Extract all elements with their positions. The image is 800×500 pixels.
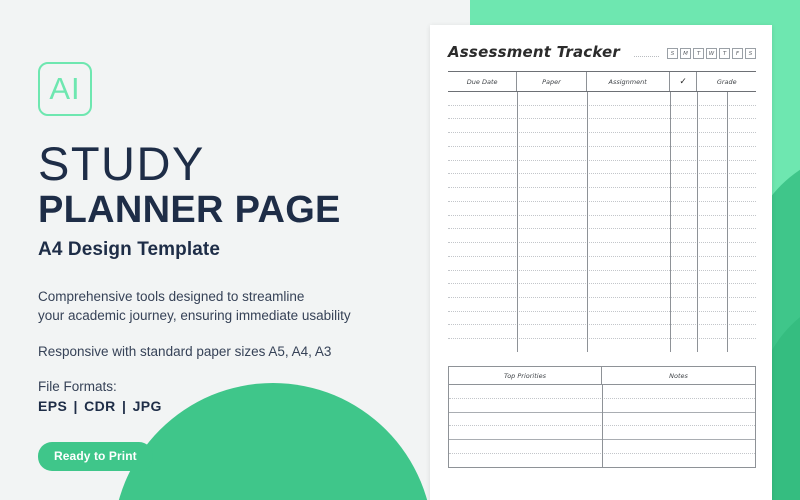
- priorities-notes-divider: [602, 385, 603, 467]
- page-subtitle: A4 Design Template: [38, 238, 220, 260]
- table-row[interactable]: [448, 188, 756, 202]
- info-column: AI STUDY PLANNER PAGE A4 Design Template…: [38, 62, 418, 472]
- planner-title: Assessment Tracker: [448, 43, 620, 61]
- day-box-5[interactable]: F: [732, 48, 743, 59]
- assessment-table-rows: [448, 92, 756, 352]
- day-box-4[interactable]: T: [719, 48, 730, 59]
- table-row[interactable]: [448, 216, 756, 230]
- planner-header: Assessment Tracker SMTWTFS: [448, 43, 756, 61]
- file-formats-label: File Formats:: [38, 379, 117, 395]
- table-row[interactable]: [448, 202, 756, 216]
- table-row[interactable]: [448, 174, 756, 189]
- table-row[interactable]: [448, 243, 756, 257]
- column-header-paper: Paper: [517, 72, 587, 91]
- table-row[interactable]: [448, 257, 756, 271]
- day-box-1[interactable]: M: [680, 48, 691, 59]
- description-line-1: Comprehensive tools designed to streamli…: [38, 288, 305, 304]
- page-title-secondary: PLANNER PAGE: [38, 189, 341, 231]
- file-formats-list: EPS | CDR | JPG: [38, 398, 418, 414]
- date-writein-line[interactable]: [633, 55, 659, 57]
- table-row[interactable]: [448, 92, 756, 106]
- priorities-notes-header: Top Priorities Notes: [449, 367, 755, 385]
- file-format-cdr: CDR: [84, 398, 116, 415]
- file-format-eps: EPS: [38, 398, 68, 415]
- column-header-assignment: Assignment: [587, 72, 670, 91]
- page-title-primary: STUDY: [38, 137, 205, 190]
- check-icon: ✓: [670, 72, 698, 91]
- ready-to-print-badge[interactable]: Ready to Print: [38, 442, 153, 472]
- priorities-notes-body[interactable]: [449, 385, 755, 467]
- file-format-separator-1: |: [73, 398, 78, 415]
- ai-format-badge: AI: [38, 62, 92, 116]
- day-box-0[interactable]: S: [667, 48, 678, 59]
- day-box-2[interactable]: T: [693, 48, 704, 59]
- table-row[interactable]: [448, 325, 756, 340]
- table-row[interactable]: [448, 119, 756, 134]
- table-row[interactable]: [448, 298, 756, 312]
- column-header-grade: Grade: [716, 77, 737, 86]
- column-header-notes: Notes: [669, 371, 688, 380]
- file-format-separator-2: |: [121, 398, 127, 415]
- day-box-3[interactable]: W: [706, 48, 717, 59]
- table-row[interactable]: [448, 271, 756, 285]
- table-row[interactable]: [448, 133, 756, 147]
- priorities-notes-table: Top Priorities Notes: [448, 366, 756, 468]
- table-row[interactable]: [448, 106, 756, 120]
- poster-canvas: AI STUDY PLANNER PAGE A4 Design Template…: [0, 0, 800, 500]
- day-of-week-selector: SMTWTFS: [667, 48, 756, 59]
- file-format-jpg: JPG: [132, 398, 162, 415]
- assessment-table-body[interactable]: [448, 92, 756, 352]
- day-box-6[interactable]: S: [745, 48, 756, 59]
- table-row[interactable]: [448, 229, 756, 244]
- ai-badge-label: AI: [49, 71, 81, 106]
- description-text: Comprehensive tools designed to streamli…: [38, 287, 418, 326]
- assessment-table-header: Due Date Paper Assignment ✓ Grade: [448, 71, 756, 92]
- table-row[interactable]: [448, 147, 756, 161]
- assessment-table: Due Date Paper Assignment ✓ Grade: [448, 71, 756, 352]
- responsive-note: Responsive with standard paper sizes A5,…: [38, 344, 332, 360]
- column-header-top-priorities: Top Priorities: [449, 367, 602, 384]
- table-row[interactable]: [448, 312, 756, 326]
- planner-page-preview: Assessment Tracker SMTWTFS Due Date Pape…: [430, 25, 772, 500]
- description-line-2: your academic journey, ensuring immediat…: [38, 308, 351, 324]
- table-row[interactable]: [448, 161, 756, 175]
- table-row[interactable]: [448, 339, 756, 352]
- column-header-due-date: Due Date: [448, 72, 518, 91]
- table-row[interactable]: [448, 284, 756, 299]
